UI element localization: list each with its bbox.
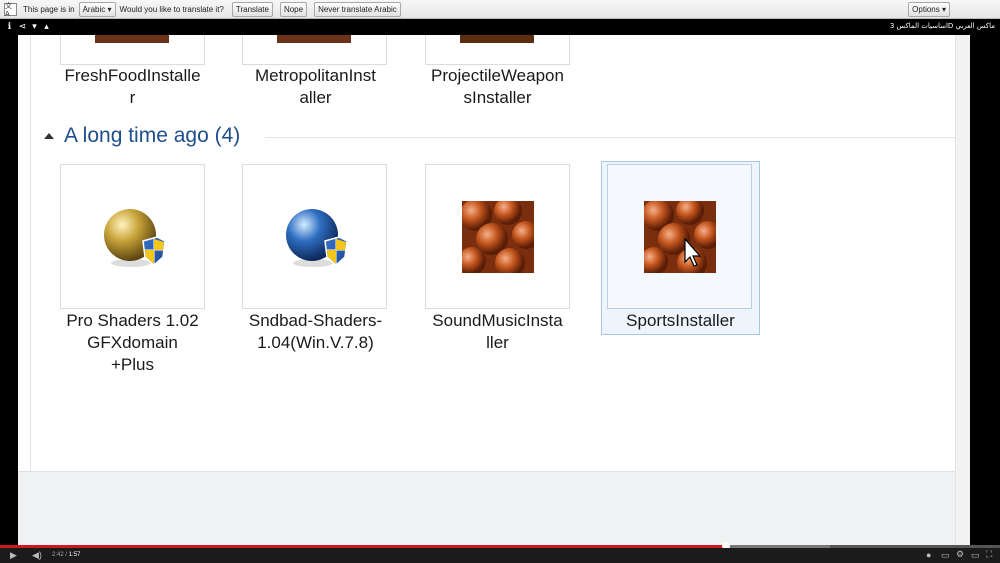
file-tile-sports[interactable]	[607, 164, 752, 309]
video-header: ℹ ⋖ ▾ ▴ اساسيات الماكس 3D ماكس العربي	[0, 19, 1000, 35]
file-label-sndbad-shaders[interactable]: Sndbad-Shaders- 1.04(Win.V.7.8)	[233, 310, 398, 354]
play-icon[interactable]: ▶	[10, 551, 17, 560]
watch-later-icon[interactable]: ●	[926, 551, 931, 560]
captions-icon[interactable]: ▭	[941, 551, 950, 560]
details-pane	[18, 471, 955, 545]
explorer-view: FreshFoodInstalle r MetropolitanInst all…	[18, 35, 970, 545]
group-header[interactable]: A long time ago (4)	[44, 124, 240, 148]
file-label-metropolitan[interactable]: MetropolitanInst aller	[233, 65, 398, 109]
file-label-sports[interactable]: SportsInstaller	[598, 310, 763, 332]
options-button[interactable]: Options ▾	[908, 2, 950, 17]
scrollbar[interactable]	[955, 35, 970, 545]
installer-thumbnail	[643, 200, 716, 273]
file-label-line: GFXdomain	[87, 333, 178, 352]
pane-border	[30, 35, 31, 471]
collapse-icon[interactable]	[44, 133, 54, 139]
file-label-line: FreshFoodInstalle	[64, 66, 201, 85]
fullscreen-icon[interactable]: ⛶	[986, 550, 992, 559]
translate-button[interactable]: Translate	[231, 1, 273, 17]
file-tile-sndbad-shaders[interactable]	[242, 164, 387, 309]
file-tile-soundmusic[interactable]	[425, 164, 570, 309]
file-tile-metropolitan[interactable]	[242, 35, 387, 65]
gold-setup-icon	[103, 208, 166, 267]
time-display: 2:42 / 1:57	[52, 552, 80, 558]
installer-thumbnail	[277, 35, 351, 43]
duration: 1:57	[68, 552, 81, 558]
file-label-line: ller	[486, 333, 509, 352]
share-icon[interactable]: ⋖	[18, 22, 27, 31]
mouse-pointer-icon	[684, 238, 702, 267]
translate-bar: 文A This page is in Arabic ▾ Would you li…	[0, 0, 1000, 19]
file-tile-projectile[interactable]	[425, 35, 570, 65]
installer-thumbnail	[460, 35, 534, 43]
language-value: Arabic	[82, 4, 106, 14]
volume-icon[interactable]: ◀)	[32, 551, 42, 560]
video-title[interactable]: اساسيات الماكس 3D ماكس العربي	[890, 22, 995, 30]
like-icon[interactable]: ▴	[42, 22, 51, 31]
translate-prefix: This page is in	[23, 4, 75, 14]
file-label-line: sInstaller	[463, 88, 532, 107]
file-label-line: Sndbad-Shaders-	[248, 311, 383, 330]
translate-icon: 文A	[4, 2, 17, 18]
installer-thumbnail	[95, 35, 169, 43]
blue-setup-icon	[285, 208, 348, 267]
file-label-soundmusic[interactable]: SoundMusicInsta ller	[415, 310, 580, 354]
file-tile-pro-shaders[interactable]	[60, 164, 205, 309]
video-controls: ▶ ◀) 2:42 / 1:57 ● ▭ ⚙ ▭ ⛶	[0, 548, 1000, 563]
file-label-pro-shaders[interactable]: Pro Shaders 1.02 GFXdomain +Plus	[50, 310, 215, 376]
file-label-line: SoundMusicInsta	[432, 311, 563, 330]
group-title: A long time ago (4)	[64, 124, 241, 147]
file-label-line: ProjectileWeapon	[431, 66, 564, 85]
theater-mode-icon[interactable]: ▭	[971, 551, 980, 560]
file-label-projectile[interactable]: ProjectileWeapon sInstaller	[415, 65, 580, 109]
settings-icon[interactable]: ⚙	[956, 550, 964, 559]
info-icon[interactable]: ℹ	[5, 22, 14, 31]
installer-thumbnail	[461, 200, 534, 273]
dislike-icon[interactable]: ▾	[30, 22, 39, 31]
file-label-freshfood[interactable]: FreshFoodInstalle r	[50, 65, 215, 109]
file-tile-freshfood[interactable]	[60, 35, 205, 65]
current-time: 2:42	[52, 552, 64, 558]
file-label-line: SportsInstaller	[626, 311, 735, 330]
group-divider	[265, 137, 955, 138]
translate-question: Would you like to translate it?	[119, 4, 224, 14]
nope-button[interactable]: Nope	[279, 1, 308, 17]
never-translate-button[interactable]: Never translate Arabic	[314, 1, 401, 17]
file-label-line: MetropolitanInst	[255, 66, 376, 85]
file-label-line: Pro Shaders 1.02	[66, 311, 199, 330]
file-label-line: +Plus	[111, 355, 154, 374]
file-label-line: aller	[299, 88, 332, 107]
file-label-line: 1.04(Win.V.7.8)	[257, 333, 374, 352]
options-label: Options	[912, 5, 940, 14]
file-label-line: r	[129, 88, 136, 107]
time-separator: /	[65, 552, 68, 558]
language-select[interactable]: Arabic ▾	[78, 1, 116, 17]
